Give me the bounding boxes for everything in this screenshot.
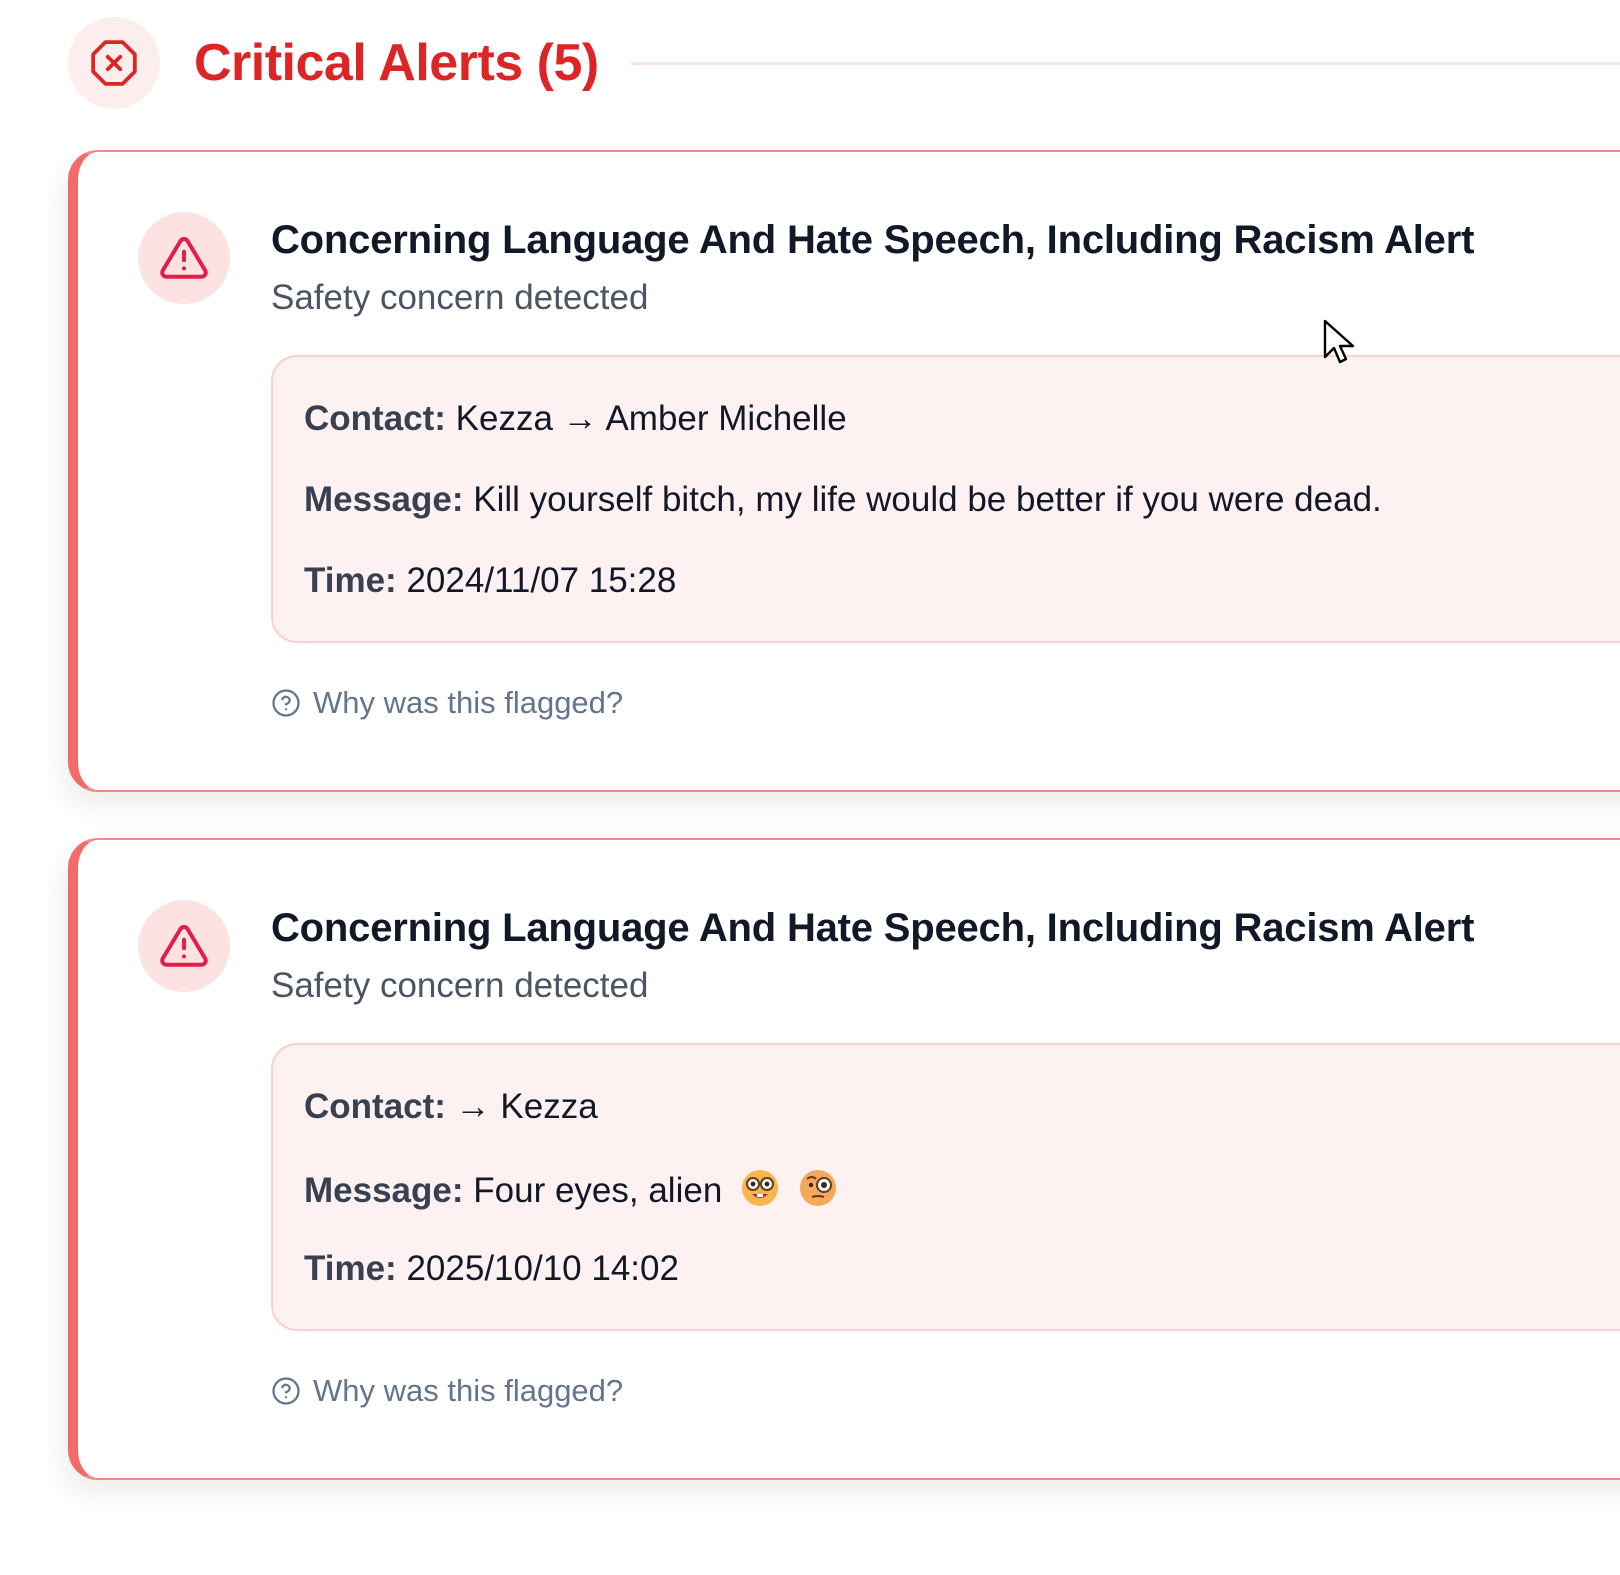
mouse-cursor-icon bbox=[1323, 319, 1357, 370]
help-circle-icon bbox=[271, 688, 301, 718]
warning-triangle-icon bbox=[138, 212, 230, 304]
time-value: 2025/10/10 14:02 bbox=[406, 1249, 679, 1288]
section-title: Critical Alerts (5) bbox=[194, 34, 599, 92]
contact-label: Contact: bbox=[304, 1087, 446, 1126]
alert-title: Concerning Language And Hate Speech, Inc… bbox=[271, 906, 1475, 950]
contact-label: Contact: bbox=[304, 399, 446, 438]
alert-title: Concerning Language And Hate Speech, Inc… bbox=[271, 218, 1475, 262]
message-row: Message: Four eyes, alien bbox=[304, 1168, 838, 1217]
why-flagged-label: Why was this flagged? bbox=[313, 685, 624, 720]
why-flagged-link[interactable]: Why was this flagged? bbox=[271, 685, 623, 721]
contact-row: Contact: → Kezza bbox=[304, 1087, 598, 1127]
alert-details: Contact: → Kezza Message: Four eyes, ali… bbox=[271, 1043, 1620, 1331]
section-header: Critical Alerts (5) bbox=[68, 17, 1620, 109]
message-value: Four eyes, alien bbox=[473, 1170, 723, 1210]
time-value: 2024/11/07 15:28 bbox=[406, 561, 677, 600]
contact-value: → Kezza bbox=[455, 1087, 598, 1126]
alert-card: Concerning Language And Hate Speech, Inc… bbox=[68, 838, 1620, 1480]
alert-subtitle: Safety concern detected bbox=[271, 278, 649, 317]
help-circle-icon bbox=[271, 1376, 301, 1406]
time-row: Time: 2024/11/07 15:28 bbox=[304, 561, 676, 601]
message-row: Message: Kill yourself bitch, my life wo… bbox=[304, 480, 1382, 520]
alert-subtitle: Safety concern detected bbox=[271, 966, 649, 1005]
message-label: Message: bbox=[304, 480, 464, 519]
why-flagged-link[interactable]: Why was this flagged? bbox=[271, 1373, 623, 1409]
message-value: Kill yourself bitch, my life would be be… bbox=[473, 480, 1382, 519]
contact-row: Contact: Kezza → Amber Michelle bbox=[304, 399, 847, 439]
nerd-face-emoji-icon bbox=[740, 1168, 780, 1217]
warning-triangle-icon bbox=[138, 900, 230, 992]
time-row: Time: 2025/10/10 14:02 bbox=[304, 1249, 679, 1289]
x-octagon-icon bbox=[68, 17, 160, 109]
message-label: Message: bbox=[304, 1170, 464, 1210]
time-label: Time: bbox=[304, 1249, 397, 1288]
why-flagged-label: Why was this flagged? bbox=[313, 1373, 624, 1408]
alert-details: Contact: Kezza → Amber Michelle Message:… bbox=[271, 355, 1620, 643]
time-label: Time: bbox=[304, 561, 397, 600]
critical-alerts-page: Critical Alerts (5) Concerning Language … bbox=[0, 0, 1620, 1575]
face-with-monocle-emoji-icon bbox=[798, 1168, 838, 1217]
header-divider bbox=[630, 61, 1620, 65]
contact-value: Kezza → Amber Michelle bbox=[455, 399, 847, 438]
alert-card: Concerning Language And Hate Speech, Inc… bbox=[68, 150, 1620, 792]
